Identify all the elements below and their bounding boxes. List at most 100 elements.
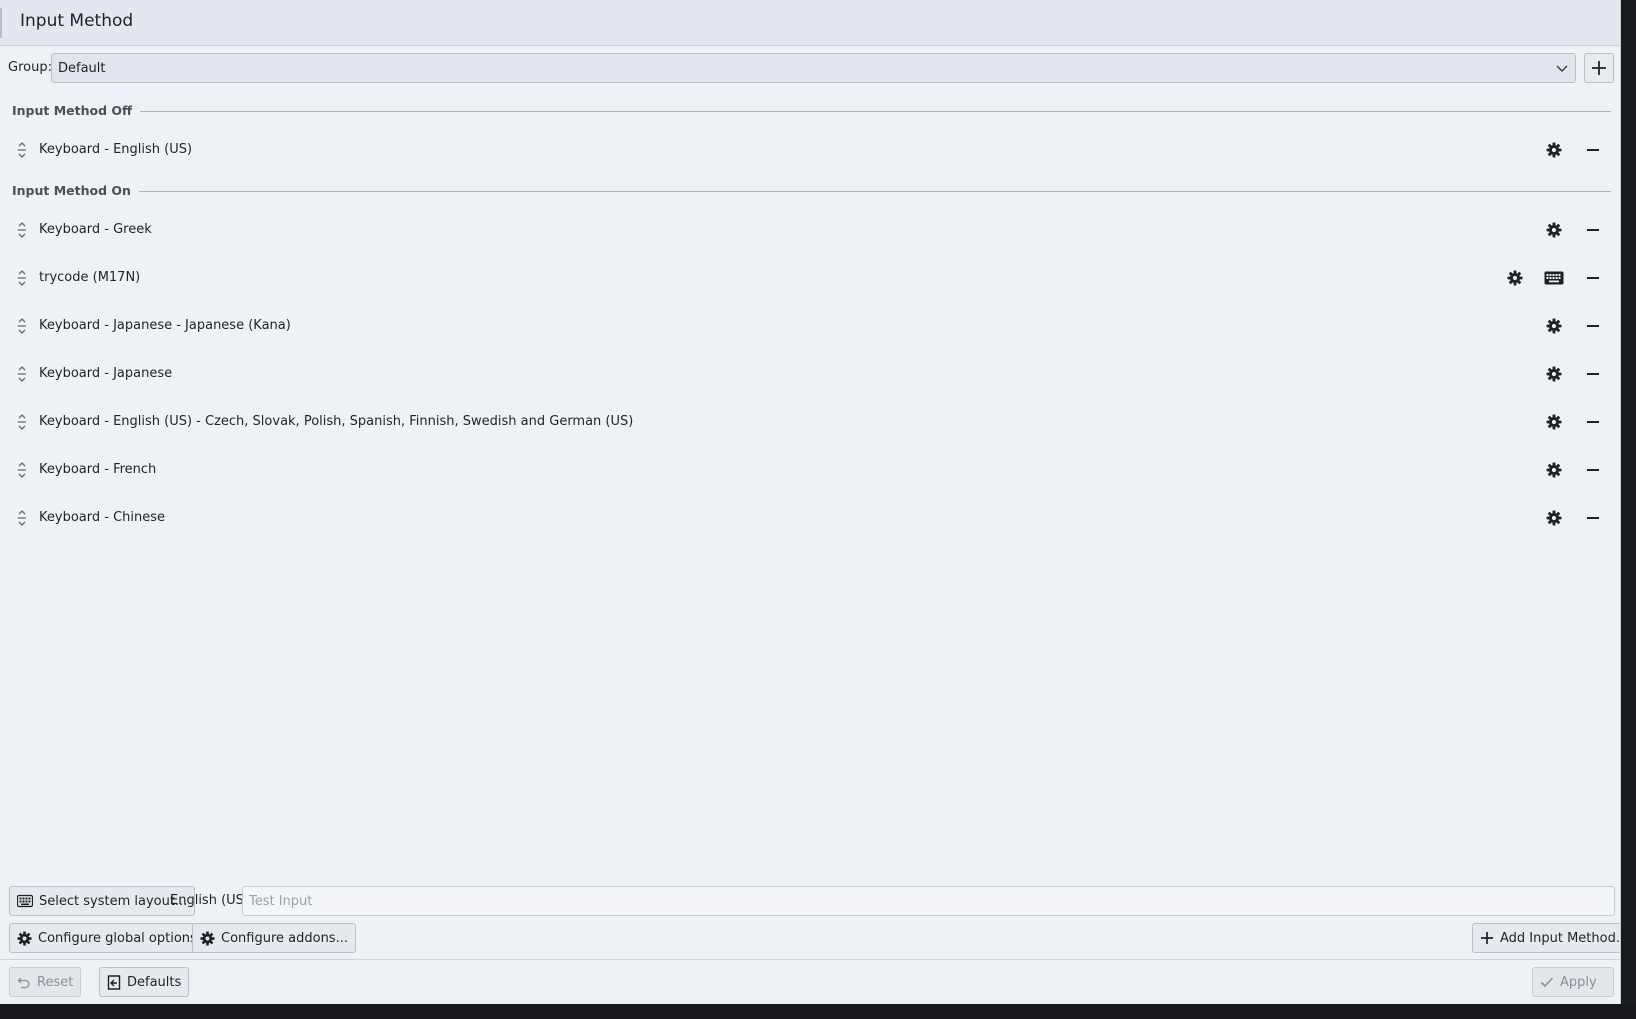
gear-icon bbox=[1546, 222, 1562, 238]
gear-icon bbox=[1546, 462, 1562, 478]
gear-icon bbox=[200, 930, 215, 946]
list-item[interactable]: trycode (M17N) bbox=[0, 255, 1612, 301]
input-method-name: Keyboard - Japanese - Japanese (Kana) bbox=[39, 318, 291, 333]
minus-icon bbox=[1587, 149, 1599, 151]
list-item[interactable]: Keyboard - English (US) - Czech, Slovak,… bbox=[0, 399, 1612, 445]
configure-button[interactable] bbox=[1542, 314, 1566, 338]
section-header-on: Input Method On bbox=[12, 181, 1611, 201]
input-method-name: Keyboard - Japanese bbox=[39, 366, 173, 381]
gear-icon bbox=[1546, 510, 1562, 526]
list-item[interactable]: Keyboard - French bbox=[0, 447, 1612, 493]
list-item[interactable]: Keyboard - English (US) bbox=[0, 127, 1612, 173]
undo-icon bbox=[17, 977, 30, 989]
plus-icon bbox=[1481, 932, 1493, 944]
drag-handle-icon[interactable] bbox=[16, 317, 28, 335]
reset-label: Reset bbox=[37, 974, 74, 990]
group-row: Group: Default bbox=[0, 52, 1620, 84]
section-header-off: Input Method Off bbox=[12, 101, 1611, 121]
desktop-background-strip bbox=[0, 1004, 1636, 1019]
drag-handle-icon[interactable] bbox=[16, 221, 28, 239]
list-item[interactable]: Keyboard - Japanese - Japanese (Kana) bbox=[0, 303, 1612, 349]
footer-divider bbox=[0, 959, 1620, 960]
remove-button[interactable] bbox=[1581, 314, 1605, 338]
plus-icon bbox=[1592, 61, 1606, 75]
keyboard-icon bbox=[17, 894, 33, 908]
section-title: Input Method Off bbox=[12, 103, 133, 118]
select-system-layout-label: Select system layout... bbox=[39, 893, 188, 909]
minus-icon bbox=[1587, 421, 1599, 423]
minus-icon bbox=[1587, 373, 1599, 375]
configure-button[interactable] bbox=[1542, 362, 1566, 386]
section-divider bbox=[140, 111, 1611, 112]
configure-addons-label: Configure addons... bbox=[221, 930, 348, 946]
gear-icon bbox=[1507, 270, 1523, 286]
input-method-name: Keyboard - French bbox=[39, 462, 157, 477]
remove-button[interactable] bbox=[1581, 266, 1605, 290]
current-layout-label: English (US) bbox=[170, 893, 249, 908]
section-title: Input Method On bbox=[12, 183, 131, 198]
title-bar: Input Method bbox=[0, 0, 1620, 46]
input-method-name: trycode (M17N) bbox=[39, 270, 141, 285]
configure-button[interactable] bbox=[1503, 266, 1527, 290]
test-input-field[interactable] bbox=[242, 886, 1615, 916]
list-item[interactable]: Keyboard - Chinese bbox=[0, 495, 1612, 541]
remove-button[interactable] bbox=[1581, 362, 1605, 386]
drag-handle-icon[interactable] bbox=[16, 141, 28, 159]
add-input-method-label: Add Input Method... bbox=[1500, 930, 1621, 946]
configure-global-options-label: Configure global options... bbox=[38, 930, 210, 946]
input-method-name: Keyboard - English (US) - Czech, Slovak,… bbox=[39, 414, 634, 429]
minus-icon bbox=[1587, 517, 1599, 519]
remove-button[interactable] bbox=[1581, 506, 1605, 530]
page-title: Input Method bbox=[20, 11, 134, 31]
title-accent bbox=[0, 8, 2, 38]
drag-handle-icon[interactable] bbox=[16, 365, 28, 383]
select-system-layout-button[interactable]: Select system layout... bbox=[9, 886, 196, 916]
minus-icon bbox=[1587, 277, 1599, 279]
defaults-label: Defaults bbox=[127, 974, 182, 990]
gear-icon bbox=[1546, 318, 1562, 334]
defaults-button[interactable]: Defaults bbox=[99, 967, 190, 997]
configure-button[interactable] bbox=[1542, 138, 1566, 162]
configure-global-options-button[interactable]: Configure global options... bbox=[9, 923, 218, 953]
reset-button[interactable]: Reset bbox=[9, 967, 82, 997]
drag-handle-icon[interactable] bbox=[16, 509, 28, 527]
configure-button[interactable] bbox=[1542, 458, 1566, 482]
minus-icon bbox=[1587, 325, 1599, 327]
drag-handle-icon[interactable] bbox=[16, 269, 28, 287]
gear-icon bbox=[1546, 414, 1562, 430]
drag-handle-icon[interactable] bbox=[16, 461, 28, 479]
group-select-value: Default bbox=[58, 61, 106, 76]
add-input-method-button[interactable]: Add Input Method... bbox=[1472, 923, 1621, 953]
add-group-button[interactable] bbox=[1584, 53, 1614, 83]
minus-icon bbox=[1587, 469, 1599, 471]
group-label: Group: bbox=[8, 60, 52, 75]
input-method-name: Keyboard - English (US) bbox=[39, 142, 193, 157]
minus-icon bbox=[1587, 229, 1599, 231]
input-method-window: Input Method Group: Default Input Method… bbox=[0, 0, 1621, 1004]
configure-button[interactable] bbox=[1542, 218, 1566, 242]
remove-button[interactable] bbox=[1581, 218, 1605, 242]
list-item[interactable]: Keyboard - Greek bbox=[0, 207, 1612, 253]
remove-button[interactable] bbox=[1581, 458, 1605, 482]
apply-label: Apply bbox=[1560, 974, 1597, 990]
keyboard-icon bbox=[1544, 271, 1564, 285]
configure-addons-button[interactable]: Configure addons... bbox=[192, 923, 356, 953]
configure-button[interactable] bbox=[1542, 506, 1566, 530]
drag-handle-icon[interactable] bbox=[16, 413, 28, 431]
chevron-down-icon bbox=[1556, 65, 1568, 72]
remove-button[interactable] bbox=[1581, 410, 1605, 434]
remove-button[interactable] bbox=[1581, 138, 1605, 162]
document-restore-icon bbox=[107, 974, 121, 990]
keyboard-layout-button[interactable] bbox=[1542, 266, 1566, 290]
input-method-name: Keyboard - Chinese bbox=[39, 510, 166, 525]
input-method-name: Keyboard - Greek bbox=[39, 222, 152, 237]
list-item[interactable]: Keyboard - Japanese bbox=[0, 351, 1612, 397]
configure-button[interactable] bbox=[1542, 410, 1566, 434]
gear-icon bbox=[17, 930, 32, 946]
gear-icon bbox=[1546, 142, 1562, 158]
group-select[interactable]: Default bbox=[51, 53, 1576, 83]
apply-button[interactable]: Apply bbox=[1532, 967, 1614, 997]
checkmark-icon bbox=[1540, 977, 1554, 988]
section-divider bbox=[139, 191, 1611, 192]
gear-icon bbox=[1546, 366, 1562, 382]
